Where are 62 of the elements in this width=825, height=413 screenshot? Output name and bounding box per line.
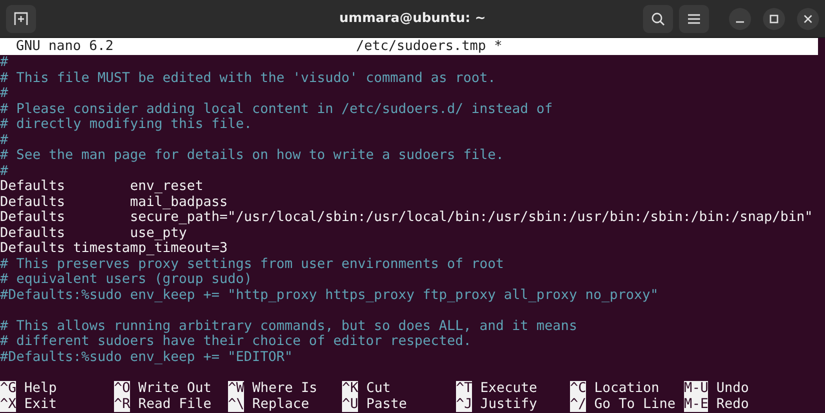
file-name: /etc/sudoers.tmp * [356, 38, 502, 55]
maximize-button[interactable] [763, 8, 785, 30]
shortcut-key: ^O [114, 381, 130, 396]
shortcut-label: Write Out [138, 381, 212, 396]
shortcut-label: Exit [24, 396, 57, 412]
maximize-icon [769, 14, 779, 24]
code-line: Defaults secure_path="/usr/local/sbin:/usr/local/bin:/usr/sbin:/usr/bin:/sbin:/bin:/snap/bin" [0, 209, 813, 225]
new-tab-icon [14, 12, 28, 26]
comment-line: # [0, 162, 8, 178]
comment-line: # See the man page for details on how to write a sudoers file. [0, 147, 504, 163]
shortcut-key: ^W [228, 381, 244, 396]
shortcut-label: Read File [138, 396, 212, 412]
nano-version: GNU nano 6.2 [16, 38, 115, 55]
shortcut-label: Help [24, 381, 57, 396]
shortcut-key: ^J [456, 396, 472, 412]
shortcut-key: M-U [684, 381, 708, 396]
shortcut-label: Replace [252, 396, 310, 412]
window-title: ummara@ubuntu: ~ [339, 11, 486, 26]
comment-line: # different sudoers have their choice of editor respected. [0, 333, 472, 349]
shortcut-label: Paste [366, 396, 407, 412]
search-icon [651, 12, 665, 26]
close-button[interactable] [797, 8, 819, 30]
shortcut-label: Location [594, 381, 660, 396]
shortcut-key: M-E [684, 396, 708, 412]
menu-icon [688, 14, 700, 24]
comment-line: # [0, 132, 8, 148]
shortcut-key: ^C [570, 381, 586, 396]
comment-line: #Defaults:%sudo env_keep += "http_proxy https_proxy ftp_proxy all_proxy no_proxy" [0, 286, 658, 302]
shortcut-key: ^/ [570, 396, 586, 412]
comment-line: # Please consider adding local content in /etc/sudoers.d/ instead of [0, 100, 553, 116]
shortcut-key: ^R [114, 396, 130, 412]
comment-line: # [0, 85, 8, 101]
comment-line: # This file MUST be edited with the 'visudo' command as root. [0, 70, 496, 86]
menu-button[interactable] [679, 4, 709, 32]
shortcut-label: Justify [480, 396, 538, 412]
shortcut-label: Go To Line [594, 396, 676, 412]
code-line: Defaults use_pty [0, 224, 187, 240]
search-button[interactable] [643, 4, 673, 32]
comment-line: # This allows running arbitrary commands, but so does ALL, and it means [0, 318, 578, 334]
shortcut-key: ^X [0, 396, 16, 412]
shortcut-label: Undo [716, 381, 749, 396]
code-line: Defaults timestamp_timeout=3 [0, 240, 228, 256]
shortcut-key: ^T [456, 381, 472, 396]
minimize-button[interactable] [729, 8, 751, 30]
comment-line: # [0, 54, 8, 70]
shortcut-label: Redo [716, 396, 749, 412]
shortcut-label: Where Is [252, 381, 318, 396]
shortcut-key: ^G [0, 381, 16, 396]
code-line: Defaults mail_badpass [0, 194, 228, 210]
code-line: Defaults env_reset [0, 178, 204, 194]
comment-line: #Defaults:%sudo env_keep += "EDITOR" [0, 348, 293, 364]
shortcut-key: ^\ [228, 396, 244, 412]
shortcut-label: Execute [480, 381, 538, 396]
shortcut-label: Cut [366, 381, 391, 396]
new-tab-button[interactable] [6, 4, 36, 32]
minimize-icon [736, 20, 744, 22]
shortcut-key: ^K [342, 381, 358, 396]
comment-line: # equivalent users (group sudo) [0, 271, 252, 287]
comment-line: # This preserves proxy settings from user environments of root [0, 256, 504, 272]
shortcut-key: ^U [342, 396, 358, 412]
close-icon [803, 14, 813, 24]
comment-line: # directly modifying this file. [0, 116, 252, 132]
